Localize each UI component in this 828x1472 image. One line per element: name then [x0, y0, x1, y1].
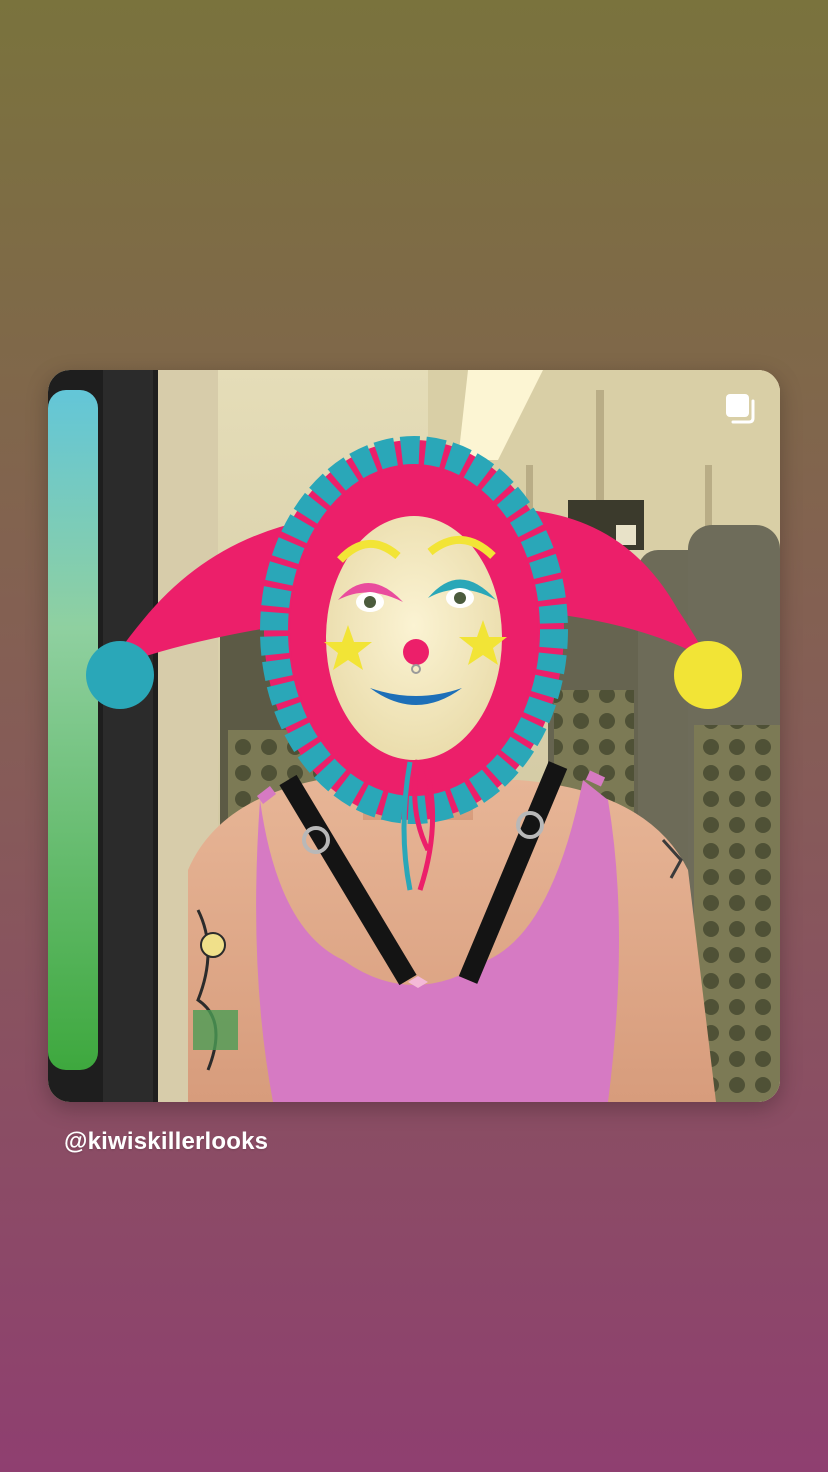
shared-post-card[interactable] — [48, 370, 780, 1102]
multiple-posts-icon — [726, 394, 755, 424]
post-photo[interactable] — [48, 370, 780, 1102]
post-username[interactable]: @kiwiskillerlooks — [64, 1128, 268, 1156]
